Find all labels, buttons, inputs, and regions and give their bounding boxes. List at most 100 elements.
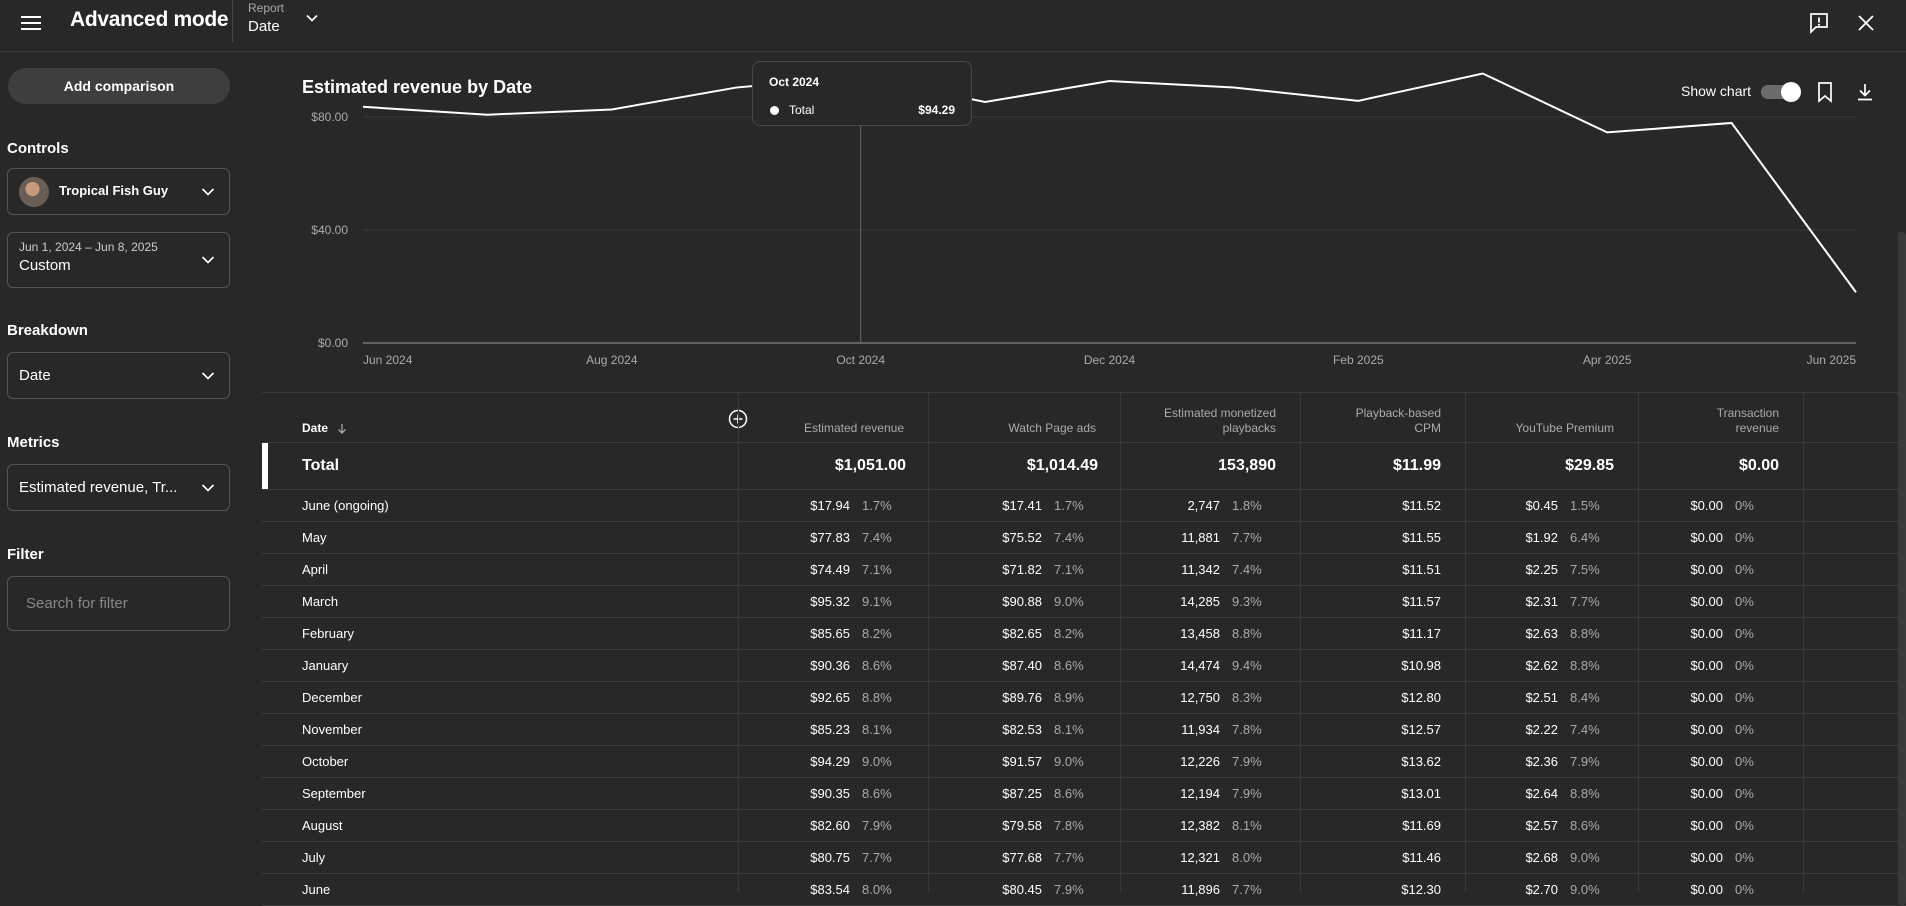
playback-cpm-value: $11.69	[1402, 818, 1441, 833]
data-point[interactable]	[481, 109, 493, 121]
youtube-premium-percent: 7.7%	[1570, 594, 1600, 609]
data-point[interactable]	[606, 103, 618, 115]
tooltip-value: $94.29	[918, 103, 955, 117]
transaction-revenue-header[interactable]: Transaction revenue	[1638, 393, 1803, 442]
metrics-heading: Metrics	[7, 434, 60, 451]
table-row[interactable]: November $85.23 8.1% $82.53 8.1% 11,934 7.8% $1…	[262, 714, 1906, 746]
tooltip-series-dot	[770, 106, 779, 115]
watch-page-ads-percent: 8.9%	[1054, 690, 1084, 705]
table-header: Date Estimated revenue Watch Page ads Es…	[262, 393, 1906, 443]
table-row[interactable]: August $82.60 7.9% $79.58 7.8% 12,382 8.1% $11.…	[262, 810, 1906, 842]
estimated-revenue-value: $94.29	[810, 754, 850, 769]
transaction-revenue-value: $0.00	[1690, 626, 1723, 641]
data-point[interactable]	[357, 101, 369, 113]
youtube-premium-value: $2.64	[1525, 786, 1558, 801]
playback-cpm-header[interactable]: Playback-based CPM	[1300, 393, 1465, 442]
monetized-playbacks-value: 13,458	[1180, 626, 1220, 641]
data-point[interactable]	[1228, 82, 1240, 94]
table-row[interactable]: October $94.29 9.0% $91.57 9.0% 12,226 7.9% $13…	[262, 746, 1906, 778]
youtube-premium-percent: 1.5%	[1570, 498, 1600, 513]
total-row[interactable]: Total $1,051.00 $1,014.49 153,890 $11.99…	[262, 443, 1906, 490]
youtube-premium-value: $2.70	[1525, 882, 1558, 897]
x-tick-label: Jun 2024	[363, 353, 413, 367]
data-point[interactable]	[1352, 95, 1364, 107]
filter-search-input[interactable]	[7, 576, 230, 631]
estimated-revenue-percent: 8.6%	[862, 786, 892, 801]
row-date-label: January	[302, 658, 349, 673]
data-point[interactable]	[1601, 126, 1613, 138]
table-row[interactable]: July $80.75 7.7% $77.68 7.7% 12,321 8.0% $11.46…	[262, 842, 1906, 874]
table-row[interactable]: June $83.54 8.0% $80.45 7.9% 11,896 7.7% $12.30…	[262, 874, 1906, 906]
watch-page-ads-value: $77.68	[1002, 850, 1042, 865]
table-row[interactable]: January $90.36 8.6% $87.40 8.6% 14,474 9.4% $10…	[262, 650, 1906, 682]
table-row[interactable]: May $77.83 7.4% $75.52 7.4% 11,881 7.7% $11.55 $…	[262, 522, 1906, 554]
data-point[interactable]	[1850, 286, 1862, 298]
table-row[interactable]: September $90.35 8.6% $87.25 8.6% 12,194 7.9% $…	[262, 778, 1906, 810]
row-date-label: September	[302, 786, 366, 801]
total-estimated-revenue: $1,051.00	[834, 457, 906, 474]
total-playback-cpm: $11.99	[1392, 457, 1441, 474]
youtube-premium-percent: 8.8%	[1570, 626, 1600, 641]
monetized-playbacks-percent: 9.3%	[1232, 594, 1262, 609]
x-tick-label: Oct 2024	[836, 353, 885, 367]
transaction-revenue-value: $0.00	[1690, 690, 1723, 705]
monetized-playbacks-value: 11,934	[1181, 722, 1220, 737]
monetized-playbacks-value: 12,226	[1180, 754, 1220, 769]
data-point[interactable]	[730, 82, 742, 94]
estimated-revenue-value: $92.65	[810, 690, 850, 705]
estimated-revenue-value: $85.23	[810, 722, 850, 737]
table-body: June (ongoing) $17.94 1.7% $17.41 1.7% 2,747 1…	[262, 490, 1906, 906]
table-row[interactable]: April $74.49 7.1% $71.82 7.1% 11,342 7.4% $11.5…	[262, 554, 1906, 586]
row-date-label: December	[302, 690, 362, 705]
table-row[interactable]: March $95.32 9.1% $90.88 9.0% 14,285 9.3% $11.5…	[262, 586, 1906, 618]
total-monetized-playbacks: 153,890	[1218, 457, 1276, 474]
transaction-revenue-percent: 0%	[1735, 850, 1754, 865]
data-point[interactable]	[1726, 117, 1738, 129]
monetized-playbacks-percent: 8.0%	[1232, 850, 1262, 865]
estimated-revenue-percent: 8.2%	[862, 626, 892, 641]
total-label: Total	[302, 457, 340, 474]
revenue-line-chart: $0.00 $40.00 $80.00 Jun 2024 Aug 2024 Oct 202…	[311, 68, 1862, 367]
monetized-playbacks-value: 14,474	[1180, 658, 1220, 673]
column-divider	[1803, 393, 1804, 893]
estimated-revenue-value: $83.54	[810, 882, 850, 897]
monetized-playbacks-percent: 7.9%	[1232, 786, 1262, 801]
tooltip-series-name: Total	[789, 103, 815, 117]
row-date-label: July	[302, 850, 326, 865]
monetized-playbacks-value: 2,747	[1187, 498, 1220, 513]
monetized-playbacks-percent: 7.9%	[1232, 754, 1262, 769]
data-point[interactable]	[979, 96, 991, 108]
data-point[interactable]	[1104, 75, 1116, 87]
estimated-revenue-value: $85.65	[810, 626, 850, 641]
transaction-revenue-percent: 0%	[1735, 882, 1754, 897]
metrics-selector[interactable]: Estimated revenue, Tr...	[7, 464, 230, 511]
transaction-revenue-value: $0.00	[1690, 562, 1723, 577]
monetized-playbacks-value: 14,285	[1180, 594, 1220, 609]
x-tick-label: Aug 2024	[586, 353, 638, 367]
watch-page-ads-percent: 7.8%	[1054, 818, 1084, 833]
monetized-playbacks-percent: 7.4%	[1232, 562, 1262, 577]
watch-page-ads-value: $82.53	[1002, 722, 1042, 737]
date-column-header[interactable]: Date	[262, 393, 352, 442]
transaction-revenue-value: $0.00	[1690, 786, 1723, 801]
watch-page-ads-percent: 8.6%	[1054, 786, 1084, 801]
monetized-playbacks-header[interactable]: Estimated monetized playbacks	[1120, 393, 1300, 442]
watch-page-ads-header[interactable]: Watch Page ads	[928, 393, 1120, 442]
watch-page-ads-percent: 8.2%	[1054, 626, 1084, 641]
monetized-playbacks-percent: 7.8%	[1232, 722, 1262, 737]
transaction-revenue-percent: 0%	[1735, 626, 1754, 641]
youtube-premium-value: $2.63	[1525, 626, 1558, 641]
playback-cpm-value: $11.52	[1402, 498, 1441, 513]
youtube-premium-header[interactable]: YouTube Premium	[1465, 393, 1638, 442]
monetized-playbacks-percent: 1.8%	[1232, 498, 1262, 513]
watch-page-ads-percent: 7.9%	[1054, 882, 1084, 897]
row-date-label: March	[302, 594, 339, 609]
table-row[interactable]: December $92.65 8.8% $89.76 8.9% 12,750 8.3% $1…	[262, 682, 1906, 714]
transaction-revenue-percent: 0%	[1735, 658, 1754, 673]
data-point[interactable]	[1477, 68, 1489, 80]
playback-cpm-value: $11.55	[1402, 530, 1441, 545]
table-row[interactable]: February $85.65 8.2% $82.65 8.2% 13,458 8.8% $1…	[262, 618, 1906, 650]
estimated-revenue-header[interactable]: Estimated revenue	[738, 393, 928, 442]
table-row[interactable]: June (ongoing) $17.94 1.7% $17.41 1.7% 2,747 1…	[262, 490, 1906, 522]
youtube-premium-percent: 8.8%	[1570, 658, 1600, 673]
